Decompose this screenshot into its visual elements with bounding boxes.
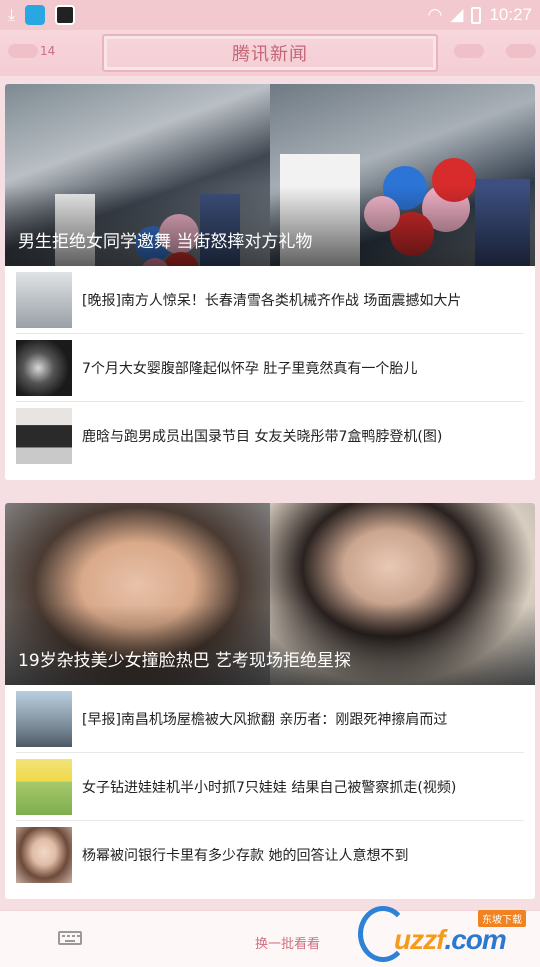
news-title: 杨幂被问银行卡里有多少存款 她的回答让人意想不到 [82,848,409,864]
hero-caption: 19岁杂技美少女撞脸热巴 艺考现场拒绝星探 [18,651,352,671]
news-card: 男生拒绝女同学邀舞 当街怒摔对方礼物 [晚报]南方人惊呆！长春清雪各类机械齐作战… [5,84,535,480]
list-item[interactable]: 女子钻进娃娃机半小时抓7只娃娃 结果自己被警察抓走(视频) [16,753,524,821]
news-thumbnail [16,408,72,464]
list-item[interactable]: 7个月大女婴腹部隆起似怀孕 肚子里竟然真有一个胎儿 [16,334,524,402]
news-title: 鹿晗与跑男成员出国录节目 女友关晓彤带7盒鸭脖登机(图) [82,429,443,445]
battery-icon [471,6,482,24]
news-thumbnail [16,827,72,883]
news-thumbnail [16,690,72,747]
news-thumbnail [16,271,72,328]
header-title[interactable]: 腾讯新闻 [102,34,438,72]
count-badge: 14 [40,44,56,58]
news-thumbnail [16,758,72,815]
logo-suffix-text: .com [444,924,506,955]
download-icon: ⤓ [8,5,16,24]
list-item[interactable]: [早报]南昌机场屋檐被大风掀翻 亲历者：刚跟死神擦肩而过 [16,685,524,753]
cloud-decoration-icon [8,44,38,58]
keyboard-icon[interactable] [58,931,82,945]
watermark-logo: 东坡下载 uzzf.com [358,906,534,962]
news-title: 女子钻进娃娃机半小时抓7只娃娃 结果自己被警察抓走(视频) [82,779,457,796]
logo-text: uzzf.com [394,924,507,956]
cloud-decoration-icon [454,44,484,58]
status-bar: ⤓ ◠ ◢ 10:27 [0,0,540,30]
news-thumbnail [16,339,72,396]
refresh-button[interactable]: 换一批看看 [255,933,320,952]
news-title: 7个月大女婴腹部隆起似怀孕 肚子里竟然真有一个胎儿 [82,360,418,377]
news-card: 19岁杂技美少女撞脸热巴 艺考现场拒绝星探 [早报]南昌机场屋檐被大风掀翻 亲历… [5,503,535,899]
news-title: [晚报]南方人惊呆！长春清雪各类机械齐作战 场面震撼如大片 [82,292,462,309]
logo-main-text: uzzf [394,924,445,955]
news-title: [早报]南昌机场屋檐被大风掀翻 亲历者：刚跟死神擦肩而过 [82,711,448,728]
cloud-decoration-icon [506,44,536,58]
hero-news[interactable]: 男生拒绝女同学邀舞 当街怒摔对方礼物 [5,84,535,288]
list-item[interactable]: [晚报]南方人惊呆！长春清雪各类机械齐作战 场面震撼如大片 [16,266,524,334]
signal-icon: ◢ [450,5,464,24]
system-icons: ◠ ◢ 10:27 [428,5,532,25]
notification-icons: ⤓ [8,5,76,25]
list-item[interactable]: 杨幂被问银行卡里有多少存款 她的回答让人意想不到 [16,821,524,889]
list-item[interactable]: 鹿晗与跑男成员出国录节目 女友关晓彤带7盒鸭脖登机(图) [16,402,524,470]
camera-notification-icon [55,5,76,25]
clock: 10:27 [489,5,532,24]
app-notification-icon [25,5,46,25]
wifi-icon: ◠ [427,5,443,24]
hero-news[interactable]: 19岁杂技美少女撞脸热巴 艺考现场拒绝星探 [5,503,535,685]
page-title: 腾讯新闻 [232,44,308,65]
news-header: 14 腾讯新闻 [0,30,540,76]
hero-caption: 男生拒绝女同学邀舞 当街怒摔对方礼物 [18,232,313,252]
